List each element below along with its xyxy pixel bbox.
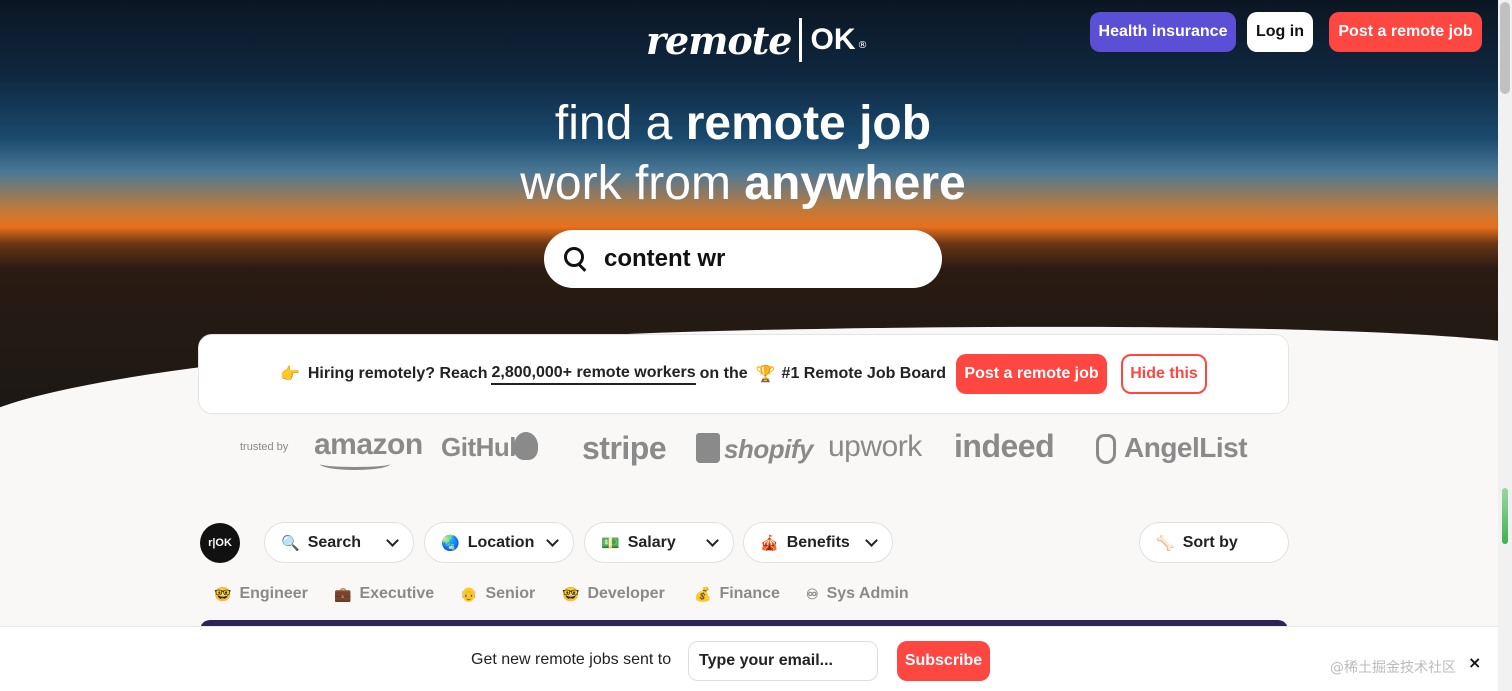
bone-icon: 🦴 (1156, 534, 1175, 552)
hero-headline: find a remote job work from anywhere (0, 94, 1512, 214)
briefcase-icon: 💼 (334, 585, 352, 602)
banner-hide-button[interactable]: Hide this (1121, 354, 1208, 394)
hero-search-box[interactable] (544, 230, 942, 288)
hero-line-1-light: find a (554, 97, 686, 150)
github-logo: GitHub (441, 432, 525, 462)
hero-line-1: find a remote job (0, 94, 1512, 154)
trusted-by-label: trusted by (240, 441, 289, 453)
email-input[interactable] (688, 641, 878, 681)
post-job-button[interactable]: Post a remote job (1329, 12, 1482, 52)
sort-by-label: Sort by (1182, 533, 1238, 551)
tag-label: Developer (587, 585, 665, 602)
amazon-logo: amazon (314, 428, 423, 461)
hero-line-2: work from anywhere (0, 154, 1512, 214)
logo-separator (799, 18, 803, 62)
sort-by-button[interactable]: 🦴 Sort by (1139, 522, 1289, 563)
scrollbar-thumb[interactable] (1500, 2, 1510, 94)
hiring-banner: 👉 Hiring remotely? Reach 2,800,000+ remo… (198, 334, 1289, 414)
filter-salary[interactable]: 💵 Salary (584, 522, 734, 563)
money-bag-icon: 💰 (694, 585, 712, 602)
health-insurance-button[interactable]: Health insurance (1090, 12, 1236, 52)
tag-label: Engineer (239, 585, 308, 602)
tag-label: Senior (485, 585, 536, 602)
chevron-down-icon (865, 534, 878, 547)
banner-board-label: #1 Remote Job Board (781, 365, 947, 382)
subscribe-button[interactable]: Subscribe (897, 641, 990, 681)
filter-benefits[interactable]: 🎪 Benefits (743, 522, 893, 563)
subscribe-text: Get new remote jobs sent to (471, 651, 672, 668)
filter-location-label: Location (467, 533, 535, 551)
tag-senior[interactable]: 👴 Senior (448, 576, 548, 612)
angellist-logo: AngelList (1124, 432, 1248, 463)
close-icon[interactable]: × (1468, 653, 1481, 672)
filter-benefits-label: Benefits (786, 533, 850, 551)
infinity-icon: ♾ (806, 585, 819, 602)
tag-developer[interactable]: 🤓 Developer (550, 576, 677, 612)
pointing-hand-icon: 👉 (279, 366, 300, 383)
watermark-text: @稀土掘金技术社区 (1330, 660, 1456, 676)
tag-engineer[interactable]: 🤓 Engineer (202, 576, 320, 612)
hero-line-2-light: work from (520, 157, 745, 210)
amazon-smile-icon (320, 458, 390, 470)
globe-icon: 🌏 (441, 534, 460, 552)
old-man-icon: 👴 (460, 585, 478, 602)
filter-salary-label: Salary (627, 533, 676, 551)
tag-label: Sys Admin (826, 585, 909, 602)
tag-label: Executive (359, 585, 435, 602)
magnifier-icon: 🔍 (281, 534, 300, 552)
hero-search-input[interactable] (604, 245, 924, 273)
logo-ok-text: OK (810, 23, 856, 56)
banner-text-after: on the (699, 365, 748, 382)
logo-registered-mark: ® (857, 39, 868, 51)
shopify-logo: shopify (724, 434, 813, 464)
stripe-logo: stripe (582, 430, 667, 466)
hero-line-1-bold: remote job (685, 97, 932, 150)
nerd-face-icon: 🤓 (214, 585, 232, 602)
login-button[interactable]: Log in (1247, 12, 1313, 52)
tag-executive[interactable]: 💼 Executive (322, 576, 447, 612)
banner-workers-link[interactable]: 2,800,000+ remote workers (491, 364, 696, 385)
remoteok-badge[interactable]: r|OK (200, 523, 240, 563)
chevron-down-icon (546, 534, 559, 547)
angellist-hand-icon (1096, 434, 1116, 464)
circus-tent-icon: 🎪 (760, 534, 779, 552)
tag-label: Finance (719, 585, 780, 602)
indeed-logo: indeed (954, 428, 1055, 464)
remoteok-logo[interactable]: remote OK ® (646, 14, 867, 66)
money-icon: 💵 (601, 534, 620, 552)
filter-location[interactable]: 🌏 Location (424, 522, 574, 563)
trophy-icon: 🏆 (755, 366, 776, 383)
tag-sys-admin[interactable]: ♾ Sys Admin (794, 576, 921, 612)
github-octocat-icon (514, 432, 538, 460)
subscribe-bar: Get new remote jobs sent to Subscribe @稀… (0, 626, 1512, 691)
hero-line-2-bold: anywhere (744, 157, 966, 210)
filter-search[interactable]: 🔍 Search (264, 522, 414, 563)
banner-text-before: Hiring remotely? Reach (307, 365, 488, 382)
filter-search-label: Search (307, 533, 362, 551)
nerd-face-icon: 🤓 (562, 585, 580, 602)
banner-post-job-button[interactable]: Post a remote job (956, 354, 1108, 394)
shopify-bag-icon (696, 433, 720, 463)
upwork-logo: upwork (828, 430, 922, 463)
logo-remote-text: remote (646, 17, 792, 63)
chevron-down-icon (706, 534, 719, 547)
tag-finance[interactable]: 💰 Finance (682, 576, 792, 612)
scroll-progress-indicator (1502, 488, 1508, 544)
search-icon[interactable] (562, 245, 590, 273)
chevron-down-icon (386, 534, 399, 547)
page-scrollbar[interactable] (1498, 0, 1512, 691)
